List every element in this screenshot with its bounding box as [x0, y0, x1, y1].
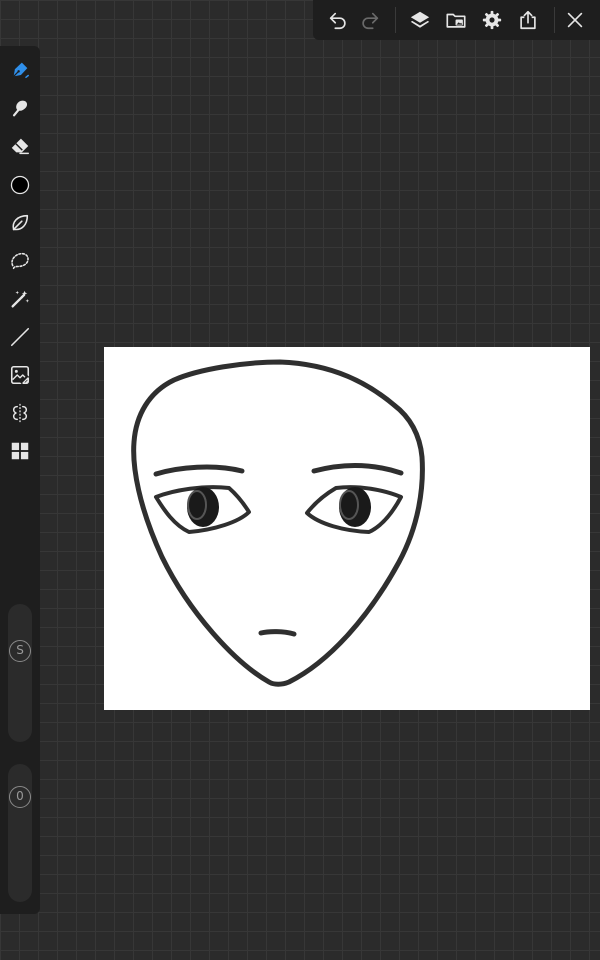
leaf-fill-icon	[12, 214, 29, 231]
toolbar-separator	[554, 7, 555, 33]
toolbar-separator	[395, 7, 396, 33]
pen-icon	[13, 62, 29, 79]
tool-pen[interactable]	[6, 56, 34, 84]
eraser-icon	[11, 138, 29, 155]
tool-lasso[interactable]	[6, 247, 34, 275]
magic-wand-icon	[11, 290, 30, 308]
share-icon	[520, 10, 536, 30]
undo-button[interactable]	[324, 6, 352, 34]
close-icon	[567, 12, 583, 28]
opacity-slider[interactable]: 0	[8, 764, 32, 902]
tool-symmetry[interactable]	[6, 399, 34, 427]
tool-line[interactable]	[6, 323, 34, 351]
smudge-icon	[12, 100, 28, 117]
export-button[interactable]	[514, 6, 542, 34]
tool-color[interactable]	[6, 171, 34, 199]
redo-button[interactable]	[356, 6, 384, 34]
close-button[interactable]	[561, 6, 589, 34]
drawing-canvas[interactable]	[104, 347, 590, 710]
color-swatch-icon	[10, 175, 30, 195]
tool-magic-wand[interactable]	[6, 285, 34, 313]
line-icon	[10, 327, 30, 347]
image-transform-icon	[10, 365, 30, 385]
tool-fill[interactable]	[6, 209, 34, 237]
redo-icon	[362, 12, 379, 30]
layers-button[interactable]	[406, 6, 434, 34]
tool-more[interactable]	[6, 437, 34, 465]
lasso-icon	[11, 252, 29, 270]
left-toolbar: S 0	[0, 46, 40, 914]
layers-icon	[410, 11, 430, 28]
import-image-button[interactable]	[442, 6, 470, 34]
undo-icon	[329, 12, 346, 30]
tool-smudge[interactable]	[6, 94, 34, 122]
folder-image-icon	[446, 13, 466, 28]
face-sketch-drawing	[131, 359, 425, 687]
opacity-slider-knob[interactable]: 0	[9, 786, 31, 808]
tool-image-transform[interactable]	[6, 361, 34, 389]
size-slider[interactable]: S	[8, 604, 32, 742]
tool-eraser[interactable]	[6, 132, 34, 160]
grid-icon	[11, 442, 29, 460]
symmetry-icon	[12, 403, 28, 423]
size-slider-knob[interactable]: S	[9, 640, 31, 662]
gear-icon	[482, 10, 502, 30]
settings-button[interactable]	[478, 6, 506, 34]
top-toolbar	[313, 0, 600, 40]
